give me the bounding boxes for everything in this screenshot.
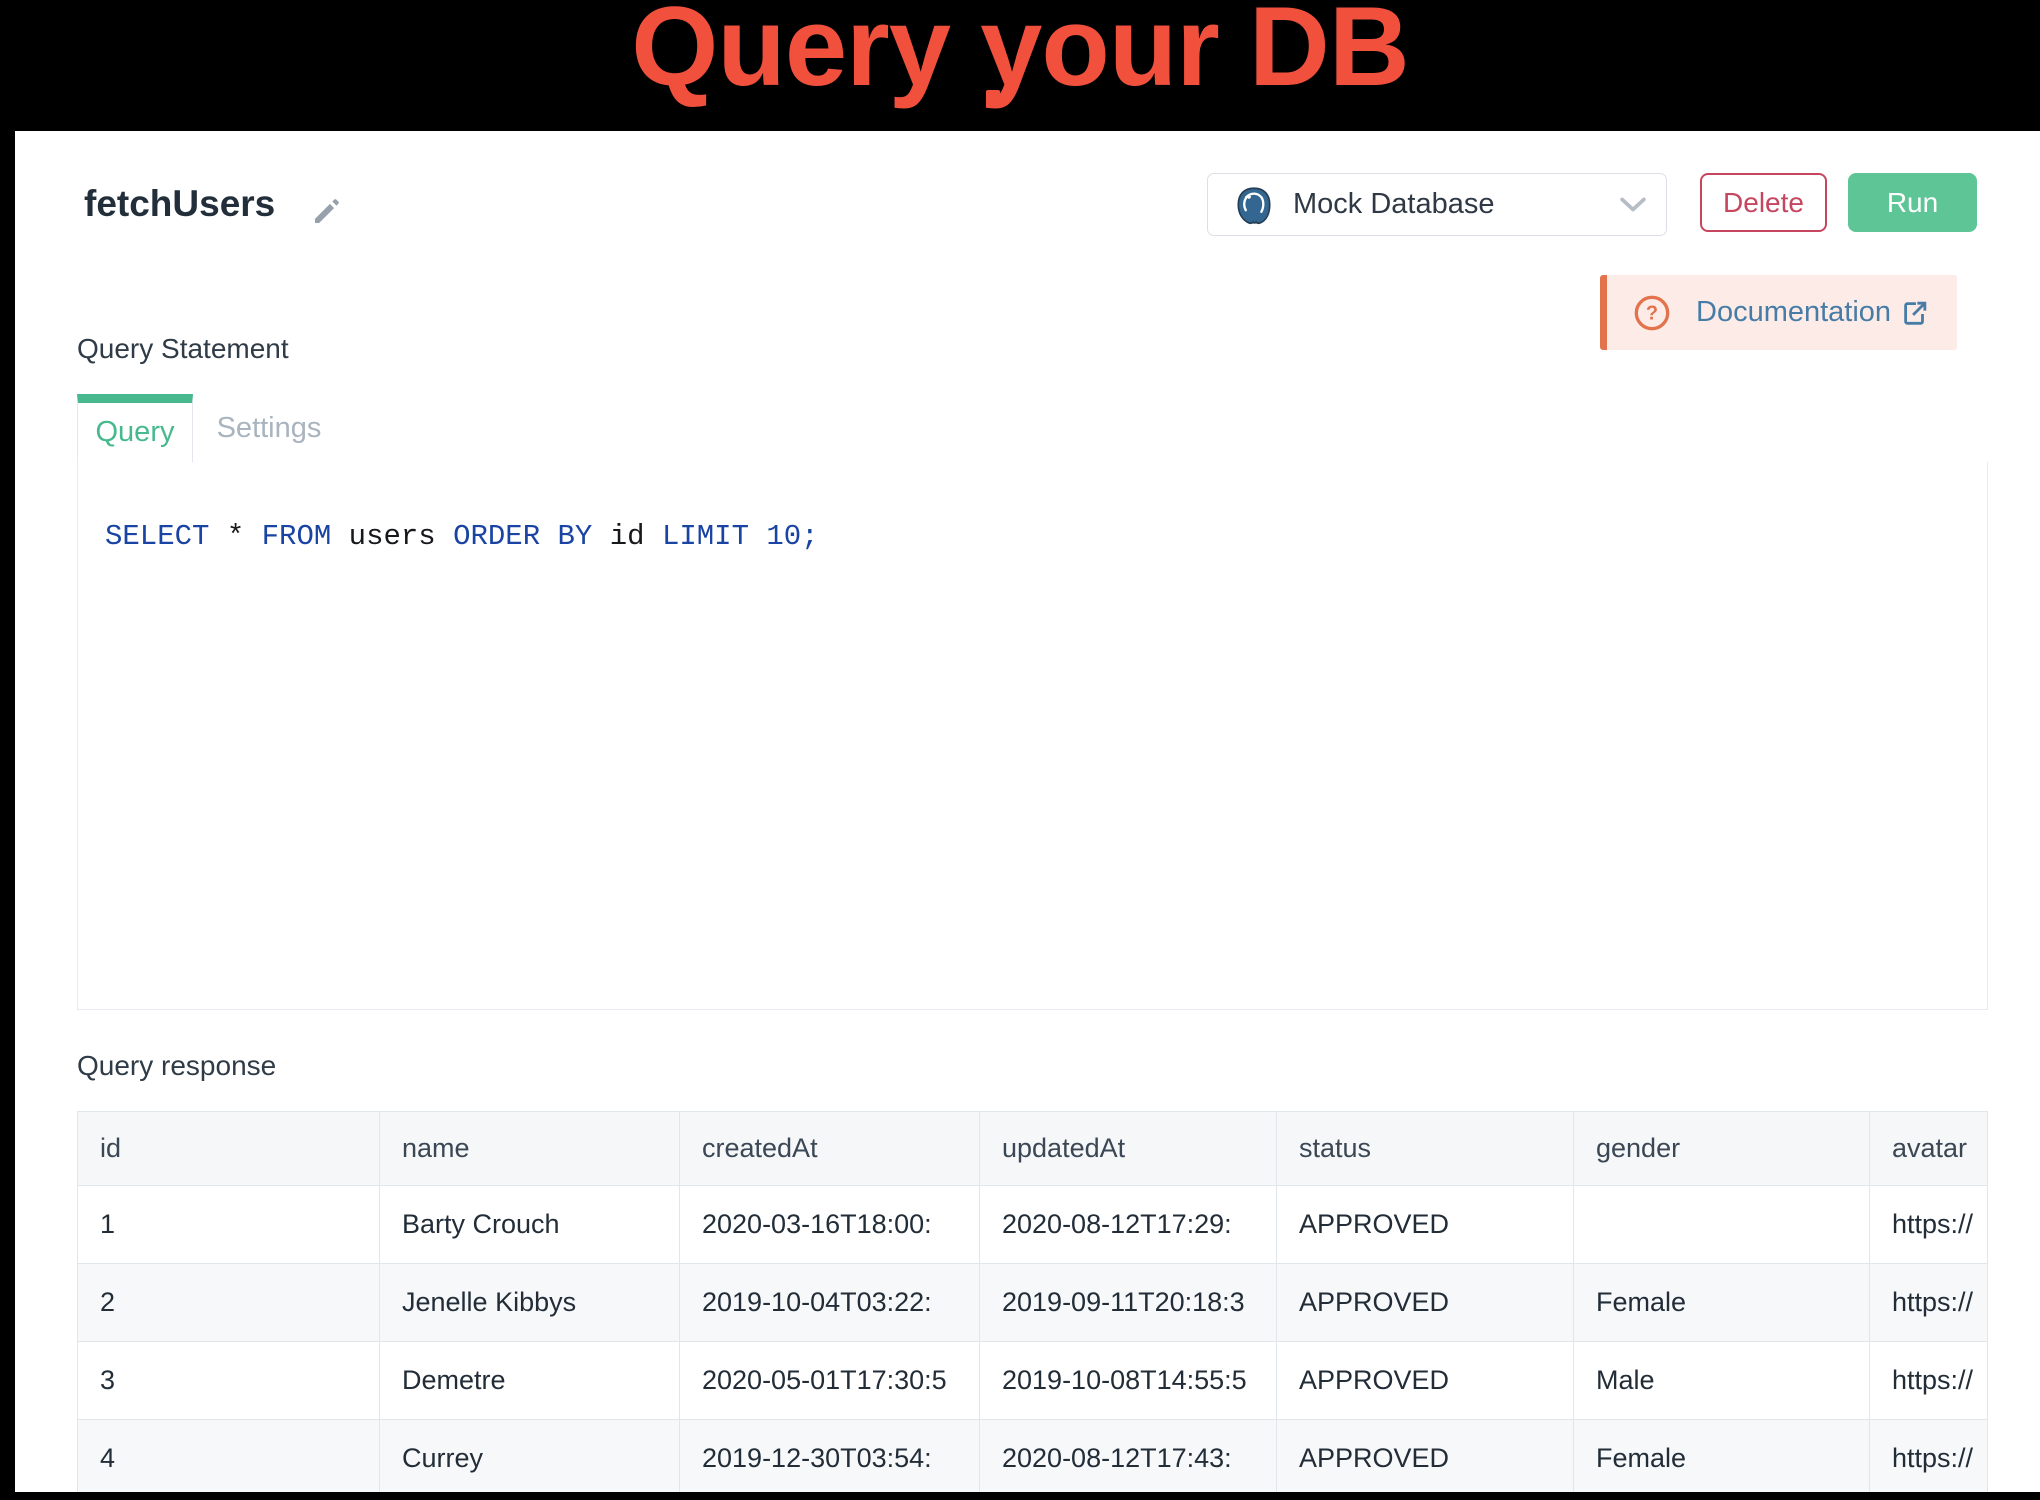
cell-createdAt: 2020-03-16T18:00: xyxy=(680,1186,980,1264)
cell-status: APPROVED xyxy=(1277,1420,1574,1493)
sql-keyword: ORDER BY xyxy=(453,520,592,553)
query-response-table: idnamecreatedAtupdatedAtstatusgenderavat… xyxy=(77,1111,1988,1492)
cell-updatedAt: 2020-08-12T17:43: xyxy=(980,1420,1277,1493)
delete-button[interactable]: Delete xyxy=(1700,173,1827,232)
column-header-createdAt: createdAt xyxy=(680,1112,980,1186)
sql-keyword: 10; xyxy=(749,520,819,553)
documentation-label: Documentation xyxy=(1696,296,1891,329)
sql-line: SELECT * FROM users ORDER BY id LIMIT 10… xyxy=(105,520,1987,553)
column-header-id: id xyxy=(78,1112,380,1186)
column-header-status: status xyxy=(1277,1112,1574,1186)
table-row: 1Barty Crouch2020-03-16T18:00:2020-08-12… xyxy=(78,1186,1988,1264)
cell-updatedAt: 2020-08-12T17:29: xyxy=(980,1186,1277,1264)
svg-text:?: ? xyxy=(1646,302,1658,324)
column-header-avatar: avatar xyxy=(1870,1112,1988,1186)
tab-query[interactable]: Query xyxy=(77,394,193,463)
table-row: 4Currey2019-12-30T03:54:2020-08-12T17:43… xyxy=(78,1420,1988,1493)
sql-text: id xyxy=(592,520,662,553)
cell-id: 4 xyxy=(78,1420,380,1493)
cell-updatedAt: 2019-10-08T14:55:5 xyxy=(980,1342,1277,1420)
query-name: fetchUsers xyxy=(84,183,275,225)
cell-id: 1 xyxy=(78,1186,380,1264)
cell-createdAt: 2019-12-30T03:54: xyxy=(680,1420,980,1493)
cell-gender xyxy=(1574,1186,1870,1264)
cell-avatar: https:// xyxy=(1870,1342,1988,1420)
cell-id: 3 xyxy=(78,1342,380,1420)
results-table: idnamecreatedAtupdatedAtstatusgenderavat… xyxy=(77,1111,1988,1492)
cell-gender: Male xyxy=(1574,1342,1870,1420)
sql-text: users xyxy=(331,520,453,553)
cell-id: 2 xyxy=(78,1264,380,1342)
chevron-down-icon xyxy=(1620,197,1646,212)
postgresql-icon xyxy=(1232,183,1276,227)
sql-keyword: LIMIT xyxy=(662,520,749,553)
cell-updatedAt: 2019-09-11T20:18:3 xyxy=(980,1264,1277,1342)
edit-pencil-icon[interactable] xyxy=(311,195,343,227)
question-circle-icon: ? xyxy=(1633,294,1671,332)
cell-status: APPROVED xyxy=(1277,1264,1574,1342)
query-statement-heading: Query Statement xyxy=(77,333,289,365)
column-header-updatedAt: updatedAt xyxy=(980,1112,1277,1186)
cell-name: Currey xyxy=(380,1420,680,1493)
cell-gender: Female xyxy=(1574,1420,1870,1493)
cell-status: APPROVED xyxy=(1277,1342,1574,1420)
tab-settings-label: Settings xyxy=(217,412,322,445)
run-button[interactable]: Run xyxy=(1848,173,1977,232)
external-doc-icon xyxy=(1900,298,1930,328)
cell-name: Barty Crouch xyxy=(380,1186,680,1264)
table-row: 3Demetre2020-05-01T17:30:52019-10-08T14:… xyxy=(78,1342,1988,1420)
database-selector-value: Mock Database xyxy=(1293,188,1495,221)
table-header-row: idnamecreatedAtupdatedAtstatusgenderavat… xyxy=(78,1112,1988,1186)
cell-createdAt: 2020-05-01T17:30:5 xyxy=(680,1342,980,1420)
sql-text: * xyxy=(209,520,261,553)
documentation-link[interactable]: ? Documentation xyxy=(1600,275,1957,350)
column-header-gender: gender xyxy=(1574,1112,1870,1186)
tab-query-label: Query xyxy=(96,416,175,449)
cell-avatar: https:// xyxy=(1870,1264,1988,1342)
query-response-heading: Query response xyxy=(77,1050,276,1082)
column-header-name: name xyxy=(380,1112,680,1186)
database-selector[interactable]: Mock Database xyxy=(1207,173,1667,236)
cell-createdAt: 2019-10-04T03:22: xyxy=(680,1264,980,1342)
tab-settings[interactable]: Settings xyxy=(193,394,345,463)
table-row: 2Jenelle Kibbys2019-10-04T03:22:2019-09-… xyxy=(78,1264,1988,1342)
cell-avatar: https:// xyxy=(1870,1186,1988,1264)
cell-name: Jenelle Kibbys xyxy=(380,1264,680,1342)
tab-bar: Query Settings xyxy=(77,394,1988,463)
title-stray-dot xyxy=(986,90,1000,98)
sql-keyword: FROM xyxy=(262,520,332,553)
sql-keyword: SELECT xyxy=(105,520,209,553)
content-panel: fetchUsers Mock Database Delete Run ? Do… xyxy=(15,131,2040,1492)
sql-editor[interactable]: SELECT * FROM users ORDER BY id LIMIT 10… xyxy=(77,462,1988,1010)
page-title: Query your DB xyxy=(0,0,2040,111)
cell-name: Demetre xyxy=(380,1342,680,1420)
cell-gender: Female xyxy=(1574,1264,1870,1342)
cell-status: APPROVED xyxy=(1277,1186,1574,1264)
cell-avatar: https:// xyxy=(1870,1420,1988,1493)
